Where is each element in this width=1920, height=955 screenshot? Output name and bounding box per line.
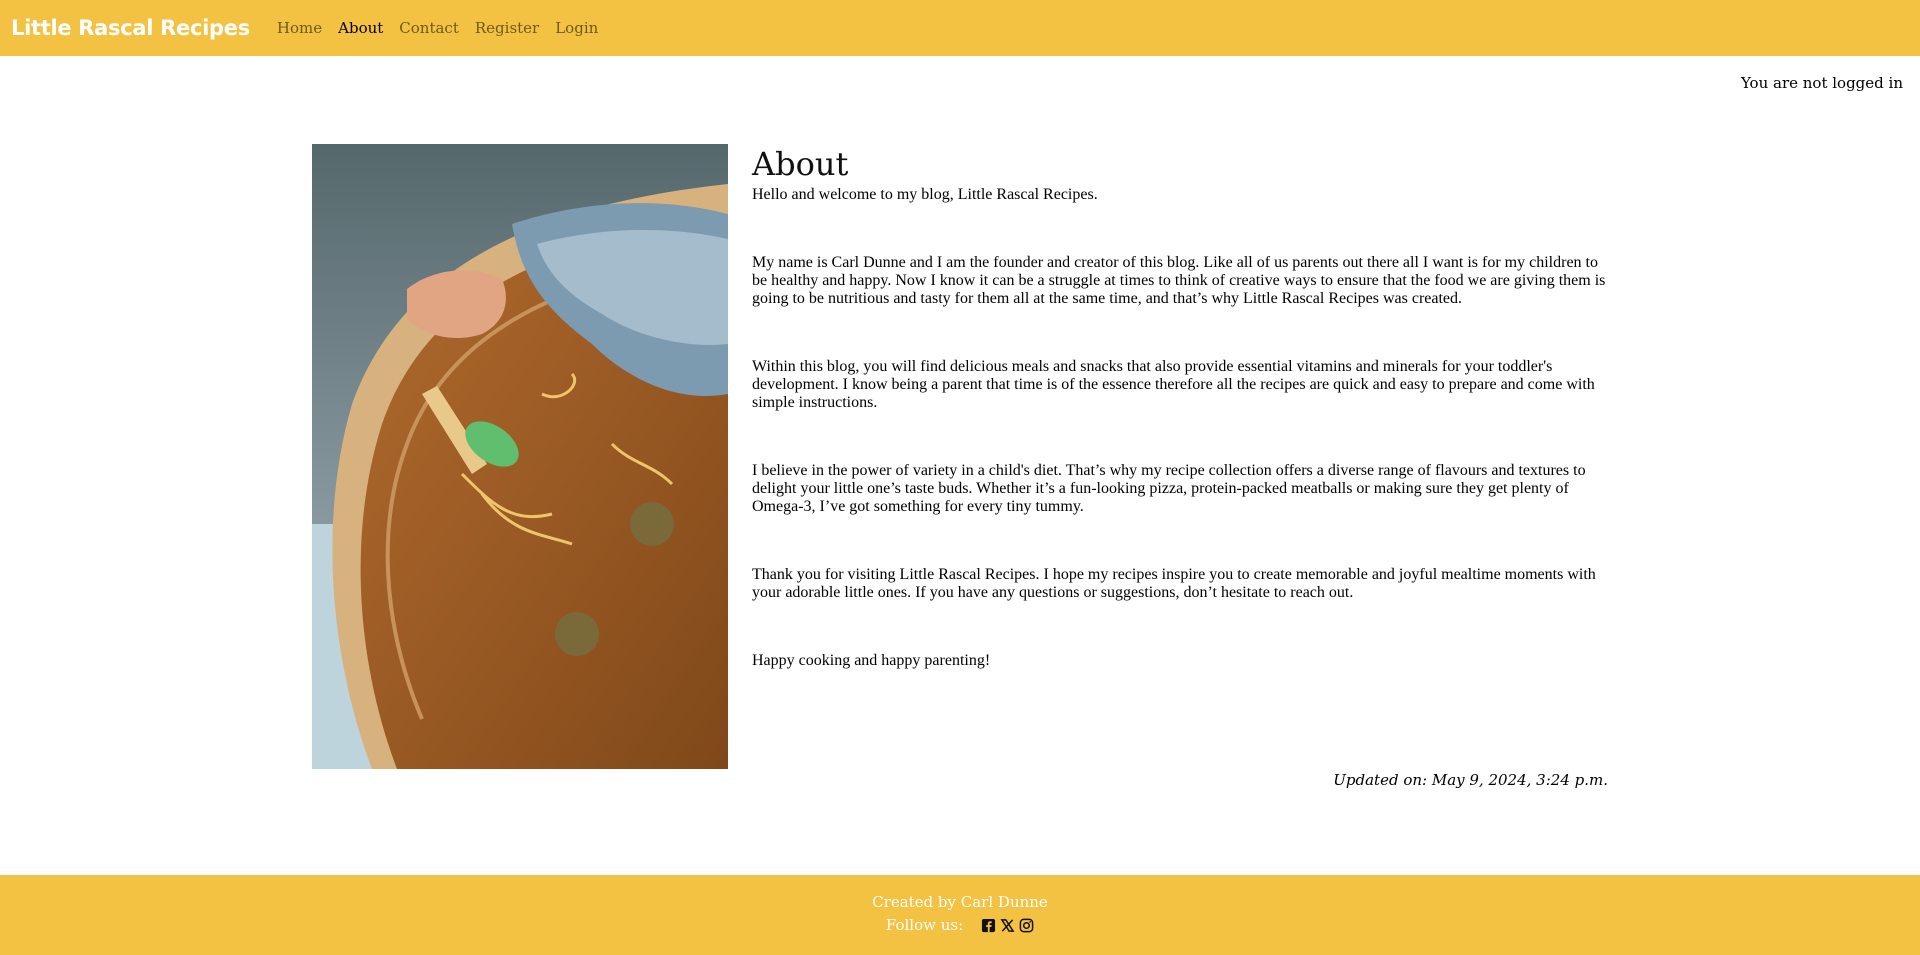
navbar: Little Rascal Recipes Home About Contact… [0, 0, 1920, 56]
about-image [312, 144, 728, 769]
about-content: About Hello and welcome to my blog, Litt… [752, 144, 1608, 720]
follow-label: Follow us: [885, 916, 964, 934]
footer: Created by Carl Dunne Follow us: [0, 875, 1920, 955]
login-status: You are not logged in [1740, 74, 1903, 92]
nav-link-register[interactable]: Register [475, 19, 539, 37]
nav-links: Home About Contact Register Login [269, 19, 606, 37]
about-paragraph: I believe in the power of variety in a c… [752, 462, 1586, 515]
about-paragraph: Hello and welcome to my blog, Little Ras… [752, 186, 1098, 203]
page-title: About [752, 145, 849, 183]
social-links [981, 918, 1034, 933]
nav-link-about[interactable]: About [338, 19, 383, 37]
about-paragraph: Within this blog, you will find deliciou… [752, 358, 1595, 411]
about-paragraph: Happy cooking and happy parenting! [752, 652, 991, 669]
nav-link-contact[interactable]: Contact [399, 19, 459, 37]
footer-credit: Created by Carl Dunne [872, 893, 1048, 911]
updated-timestamp: Updated on: May 9, 2024, 3:24 p.m. [1333, 771, 1608, 789]
brand-logo-link[interactable]: Little Rascal Recipes [11, 16, 250, 40]
nav-link-login[interactable]: Login [555, 19, 598, 37]
facebook-icon[interactable] [981, 918, 996, 933]
instagram-icon[interactable] [1019, 918, 1034, 933]
footer-follow: Follow us: [0, 916, 1920, 934]
nav-link-home[interactable]: Home [277, 19, 322, 37]
x-twitter-icon[interactable] [1000, 918, 1015, 933]
about-paragraph: My name is Carl Dunne and I am the found… [752, 254, 1606, 307]
toddler-highchair-photo [312, 144, 728, 769]
about-paragraph: Thank you for visiting Little Rascal Rec… [752, 566, 1596, 601]
